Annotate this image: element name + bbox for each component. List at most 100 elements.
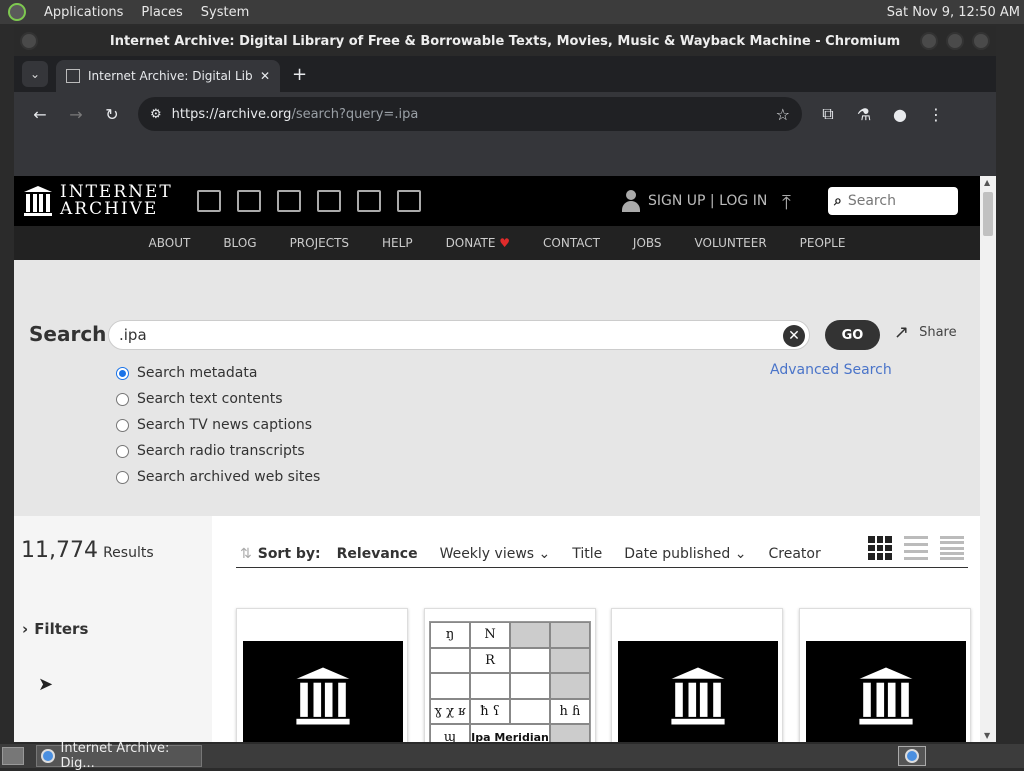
ipa-cell: ɣ χ ʁ: [430, 698, 470, 725]
results-count: 11,774 Results: [21, 538, 154, 563]
sort-date-published-label: Date published: [624, 545, 731, 562]
page-scrollbar[interactable]: ▲ ▼: [980, 176, 996, 742]
scrollbar-thumb[interactable]: [983, 192, 993, 236]
tab-search-chevron-icon[interactable]: ⌄: [22, 61, 48, 87]
result-card[interactable]: [611, 608, 783, 742]
nav-jobs[interactable]: JOBS: [633, 236, 662, 250]
option-web-sites[interactable]: Search archived web sites: [116, 464, 320, 490]
forward-arrow-icon[interactable]: →: [60, 98, 92, 130]
nav-volunteer[interactable]: VOLUNTEER: [695, 236, 767, 250]
option-tv-captions[interactable]: Search TV news captions: [116, 412, 320, 438]
signup-login-text[interactable]: SIGN UP | LOG IN: [648, 193, 767, 209]
grid-view-icon[interactable]: [868, 536, 892, 560]
option-text-contents-label[interactable]: Search text contents: [137, 391, 283, 407]
ipa-chart-thumbnail: ŋ N R ɣ χ ʁ ħ ʕ h ɦ ɰ Ipa Meridian: [430, 622, 590, 742]
nav-contact[interactable]: CONTACT: [543, 236, 600, 250]
maximize-icon[interactable]: [946, 32, 964, 50]
new-tab-plus-icon[interactable]: +: [292, 64, 307, 85]
software-disk-icon[interactable]: [356, 190, 381, 212]
menu-applications[interactable]: Applications: [44, 5, 123, 20]
sort-date-published[interactable]: Date published ⌄: [624, 546, 746, 562]
ipa-cell: h ɦ: [550, 698, 590, 725]
share-button[interactable]: ↗ Share: [894, 322, 957, 343]
nav-people[interactable]: PEOPLE: [800, 236, 846, 250]
results-count-label: Results: [103, 545, 154, 561]
site-info-icon[interactable]: ⚙: [150, 107, 162, 122]
option-radio-transcripts[interactable]: Search radio transcripts: [116, 438, 320, 464]
radio-web-sites[interactable]: [116, 470, 129, 484]
address-bar[interactable]: ⚙ https://archive.org/search?query=.ipa …: [138, 97, 802, 131]
go-button[interactable]: GO: [825, 320, 880, 350]
search-icon: ⌕: [834, 193, 842, 209]
window-menu-icon[interactable]: [20, 32, 38, 50]
advanced-search-link[interactable]: Advanced Search: [770, 362, 892, 378]
top-panel: Applications Places System Sat Nov 9, 12…: [0, 0, 1024, 24]
option-tv-captions-label[interactable]: Search TV news captions: [137, 417, 312, 433]
labs-flask-icon[interactable]: ⚗: [848, 98, 880, 130]
video-film-icon[interactable]: [276, 190, 301, 212]
nav-help[interactable]: HELP: [382, 236, 413, 250]
result-card[interactable]: [799, 608, 971, 742]
menu-system[interactable]: System: [201, 5, 249, 20]
window-titlebar[interactable]: Internet Archive: Digital Library of Fre…: [14, 26, 996, 56]
menu-places[interactable]: Places: [141, 5, 182, 20]
logo-text-archive: ARCHIVE: [60, 199, 159, 219]
ipa-cell: [550, 647, 590, 674]
tab-close-icon[interactable]: ✕: [260, 69, 270, 83]
search-query-input[interactable]: .ipa ✕: [108, 320, 810, 350]
option-web-sites-label[interactable]: Search archived web sites: [137, 469, 320, 485]
radio-tv-captions[interactable]: [116, 418, 129, 432]
option-radio-transcripts-label[interactable]: Search radio transcripts: [137, 443, 305, 459]
option-metadata[interactable]: Search metadata: [116, 360, 320, 386]
list-detail-view-icon[interactable]: [904, 536, 928, 560]
back-arrow-icon[interactable]: ←: [24, 98, 56, 130]
profile-avatar-icon[interactable]: ●: [884, 98, 916, 130]
upload-icon[interactable]: ⤒: [782, 190, 791, 214]
filters-toggle[interactable]: › Filters: [22, 620, 88, 638]
scroll-up-icon[interactable]: ▲: [984, 178, 990, 187]
reload-icon[interactable]: ↻: [96, 98, 128, 130]
ipa-cell: ɰ: [430, 724, 470, 742]
tab-internet-archive[interactable]: Internet Archive: Digital Libra ✕: [56, 60, 280, 92]
result-card[interactable]: [236, 608, 408, 742]
sort-weekly-views-label: Weekly views: [439, 545, 535, 562]
gnome-logo-icon[interactable]: [8, 3, 26, 21]
nav-about[interactable]: ABOUT: [149, 236, 191, 250]
option-metadata-label[interactable]: Search metadata: [137, 365, 257, 381]
taskbar-window-button[interactable]: Internet Archive: Dig...: [36, 741, 202, 771]
minimize-icon[interactable]: [920, 32, 938, 50]
list-compact-view-icon[interactable]: [940, 536, 964, 560]
web-icon[interactable]: [196, 190, 221, 212]
sort-creator[interactable]: Creator: [768, 546, 820, 562]
clear-search-icon[interactable]: ✕: [783, 325, 805, 347]
show-desktop-icon[interactable]: [2, 747, 24, 765]
archive-temple-icon: [671, 667, 725, 725]
result-card[interactable]: ŋ N R ɣ χ ʁ ħ ʕ h ɦ ɰ Ipa Meridian: [424, 608, 596, 742]
close-window-icon[interactable]: [972, 32, 990, 50]
nav-donate[interactable]: DONATE ♥: [446, 236, 510, 250]
radio-metadata[interactable]: [116, 366, 129, 380]
texts-book-icon[interactable]: [236, 190, 261, 212]
bottom-taskbar: Internet Archive: Dig...: [0, 741, 1024, 771]
sort-direction-icon[interactable]: ⇅: [240, 546, 252, 562]
radio-text-contents[interactable]: [116, 392, 129, 406]
bookmark-star-icon[interactable]: ☆: [776, 105, 790, 124]
ia-logo[interactable]: INTERNET ARCHIVE: [24, 184, 173, 218]
kebab-menu-icon[interactable]: ⋮: [920, 98, 952, 130]
extensions-puzzle-icon[interactable]: ⧉: [812, 98, 844, 130]
sort-relevance[interactable]: Relevance: [337, 546, 418, 562]
ipa-cell: [550, 622, 590, 648]
images-icon[interactable]: [396, 190, 421, 212]
nav-projects[interactable]: PROJECTS: [290, 236, 349, 250]
header-search-input[interactable]: ⌕ Search: [828, 187, 958, 215]
clock[interactable]: Sat Nov 9, 12:50 AM: [887, 5, 1024, 20]
radio-radio-transcripts[interactable]: [116, 444, 129, 458]
option-text-contents[interactable]: Search text contents: [116, 386, 320, 412]
scroll-down-icon[interactable]: ▼: [984, 731, 990, 740]
nav-blog[interactable]: BLOG: [223, 236, 256, 250]
sort-title[interactable]: Title: [572, 546, 602, 562]
sort-weekly-views[interactable]: Weekly views ⌄: [440, 546, 551, 562]
audio-speaker-icon[interactable]: [316, 190, 341, 212]
workspace-switcher-icon[interactable]: [898, 746, 926, 766]
signup-login[interactable]: SIGN UP | LOG IN: [622, 190, 767, 212]
